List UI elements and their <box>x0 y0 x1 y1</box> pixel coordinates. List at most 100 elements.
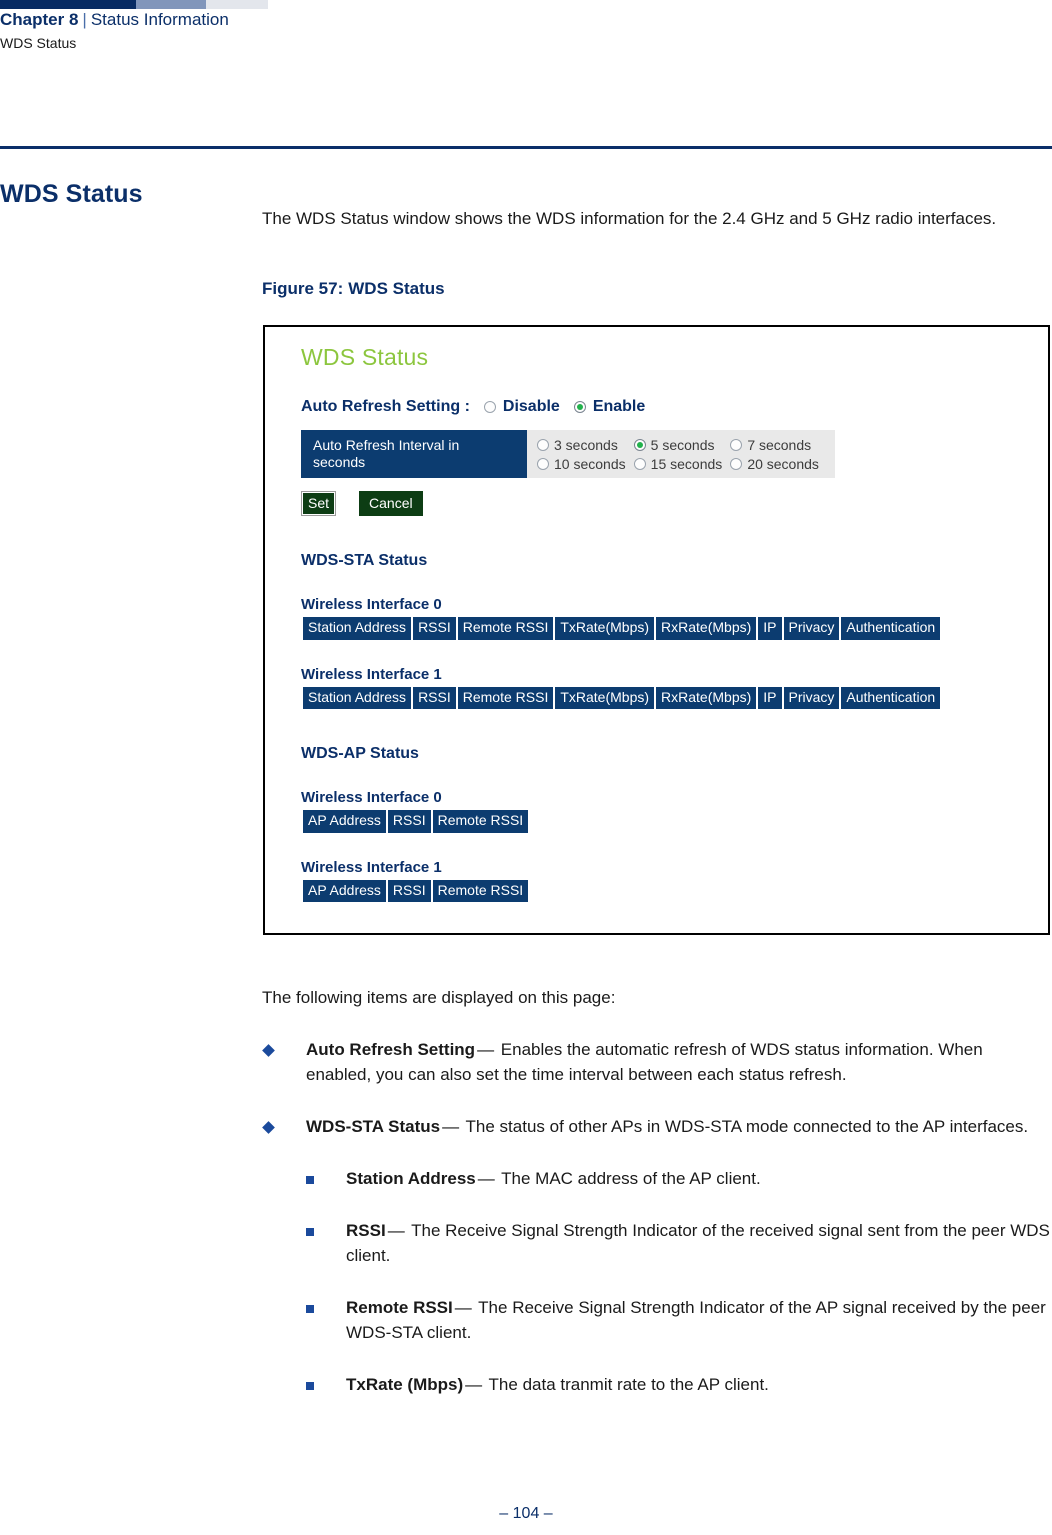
ap-interface-1-table: AP Address RSSI Remote RSSI <box>301 879 530 902</box>
list-item: WDS-STA Status — The status of other APs … <box>262 1114 1052 1397</box>
page-number-footer: – 104 – <box>499 1505 553 1522</box>
term-station-address: Station Address <box>346 1169 476 1188</box>
radio-5-seconds-icon[interactable] <box>633 438 646 451</box>
column-authentication: Authentication <box>841 617 941 640</box>
wds-sta-status-heading: WDS-STA Status <box>301 552 428 569</box>
column-rxrate: RxRate(Mbps) <box>656 617 757 640</box>
radio-enable-icon[interactable] <box>573 401 586 413</box>
page-title: WDS Status <box>0 179 143 208</box>
table-header-row: Station Address RSSI Remote RSSI TxRate(… <box>303 686 941 709</box>
ap-wireless-interface-0-label: Wireless Interface 0 <box>301 789 442 806</box>
radio-disable-icon[interactable] <box>483 401 496 413</box>
wds-status-window: WDS Status Auto Refresh Setting : Disabl… <box>301 335 1048 933</box>
auto-refresh-setting-row: Auto Refresh Setting : Disable Enable <box>301 398 1048 416</box>
radio-7-seconds-icon[interactable] <box>730 438 743 451</box>
sta-wireless-interface-1-label: Wireless Interface 1 <box>301 665 442 683</box>
term-remote-rssi: Remote RSSI <box>346 1298 453 1317</box>
interval-option-15s-label: 15 seconds <box>650 455 723 472</box>
interval-option-7s[interactable]: 7 seconds <box>730 437 827 453</box>
column-station-address: Station Address <box>303 617 412 640</box>
running-header: Chapter 8 | Status Information WDS Status <box>0 9 600 53</box>
interval-options: 3 seconds 5 seconds 7 seconds 10 seconds <box>527 430 835 478</box>
interval-option-5s[interactable]: 5 seconds <box>633 436 731 453</box>
running-header-line: Chapter 8 | Status Information <box>0 9 600 31</box>
auto-refresh-label: Auto Refresh Setting : <box>301 398 470 415</box>
interval-option-10s[interactable]: 10 seconds <box>537 456 634 472</box>
figure-screenshot-frame: WDS Status Auto Refresh Setting : Disabl… <box>263 325 1050 935</box>
ap-interface-0-table: AP Address RSSI Remote RSSI <box>301 810 530 833</box>
auto-refresh-option-disable[interactable]: Disable <box>503 398 560 416</box>
figure-caption: Figure 57: WDS Status <box>262 279 1052 299</box>
radio-10-seconds-icon[interactable] <box>537 457 549 470</box>
list-item: RSSI — The Receive Signal Strength Indica… <box>306 1218 1052 1268</box>
sub-description-list: Station Address — The MAC address of the … <box>306 1166 1052 1397</box>
definition-rssi: The Receive Signal Strength Indicator of… <box>346 1221 1050 1265</box>
column-authentication: Authentication <box>841 686 941 709</box>
list-intro-paragraph: The following items are displayed on thi… <box>262 988 616 1007</box>
auto-refresh-interval-table: Auto Refresh Interval in seconds 3 secon… <box>301 430 835 478</box>
interval-option-row: 3 seconds 5 seconds 7 seconds <box>537 435 827 454</box>
interval-option-20s-label: 20 seconds <box>747 455 819 472</box>
auto-refresh-option-enable[interactable]: Enable <box>593 398 645 416</box>
interval-label: Auto Refresh Interval in seconds <box>301 430 527 478</box>
cancel-button[interactable]: Cancel <box>359 491 423 516</box>
list-item: Station Address — The MAC address of the … <box>306 1166 1052 1191</box>
definition-txrate-mbps: The data tranmit rate to the AP client. <box>488 1375 769 1394</box>
table-header-row: Station Address RSSI Remote RSSI TxRate(… <box>303 617 941 640</box>
figure-number: Figure 57: <box>262 279 344 298</box>
chapter-label: Chapter 8 <box>0 10 79 29</box>
list-item: Auto Refresh Setting — Enables the automa… <box>262 1037 1052 1087</box>
column-ip: IP <box>758 686 782 709</box>
header-bar-segment-light <box>206 0 268 9</box>
interval-option-row: 10 seconds 15 seconds 20 seconds <box>537 454 827 473</box>
column-rssi: RSSI <box>413 617 456 640</box>
title-rule <box>0 146 1052 149</box>
ap-wireless-interface-1-label: Wireless Interface 1 <box>301 858 442 876</box>
column-privacy: Privacy <box>783 686 840 709</box>
table-header-row: AP Address RSSI Remote RSSI <box>303 810 529 833</box>
column-remote-rssi: Remote RSSI <box>457 617 554 640</box>
column-remote-rssi: Remote RSSI <box>457 686 554 709</box>
interval-option-5s-label: 5 seconds <box>650 436 715 453</box>
em-dash: — <box>477 1169 495 1188</box>
definition-station-address: The MAC address of the AP client. <box>501 1169 761 1188</box>
em-dash: — <box>454 1298 472 1317</box>
sta-interface-1-table: Station Address RSSI Remote RSSI TxRate(… <box>301 686 942 709</box>
wds-ap-status-heading: WDS-AP Status <box>301 745 419 762</box>
column-ip: IP <box>758 617 782 640</box>
term-wds-sta-status: WDS-STA Status <box>306 1117 441 1136</box>
em-dash: — <box>477 1040 495 1059</box>
column-ap-address: AP Address <box>303 810 386 833</box>
window-title: WDS Status <box>301 344 429 370</box>
column-rssi: RSSI <box>387 810 431 833</box>
radio-20-seconds-icon[interactable] <box>730 457 743 470</box>
interval-option-15s[interactable]: 15 seconds <box>633 455 731 472</box>
em-dash: — <box>387 1221 405 1240</box>
interval-option-3s[interactable]: 3 seconds <box>537 437 634 453</box>
header-bar-segment-mid <box>136 0 206 9</box>
subsection-label: WDS Status <box>0 35 77 51</box>
interval-option-3s-label: 3 seconds <box>554 436 618 453</box>
column-rssi: RSSI <box>387 879 431 902</box>
column-rssi: RSSI <box>413 686 456 709</box>
set-button[interactable]: Set <box>301 491 337 516</box>
radio-15-seconds-icon[interactable] <box>633 457 646 470</box>
term-rssi: RSSI <box>346 1221 386 1240</box>
column-rxrate: RxRate(Mbps) <box>656 686 757 709</box>
header-bar-segment-dark <box>0 0 136 9</box>
sta-interface-0-table: Station Address RSSI Remote RSSI TxRate(… <box>301 617 942 640</box>
interval-option-7s-label: 7 seconds <box>747 436 812 453</box>
body-column: The WDS Status window shows the WDS info… <box>262 206 1052 308</box>
term-txrate-mbps: TxRate (Mbps) <box>346 1375 464 1394</box>
radio-3-seconds-icon[interactable] <box>537 438 549 451</box>
figure-caption-text: WDS Status <box>348 279 445 298</box>
column-remote-rssi: Remote RSSI <box>432 810 529 833</box>
header-decoration-bar <box>0 0 268 9</box>
column-station-address: Station Address <box>303 686 412 709</box>
description-list: Auto Refresh Setting — Enables the automa… <box>262 1037 1052 1397</box>
interval-option-20s[interactable]: 20 seconds <box>730 456 827 472</box>
intro-paragraph: The WDS Status window shows the WDS info… <box>262 209 997 228</box>
em-dash: — <box>465 1375 483 1394</box>
sta-wireless-interface-0-label: Wireless Interface 0 <box>301 596 442 613</box>
column-txrate: TxRate(Mbps) <box>555 617 655 640</box>
